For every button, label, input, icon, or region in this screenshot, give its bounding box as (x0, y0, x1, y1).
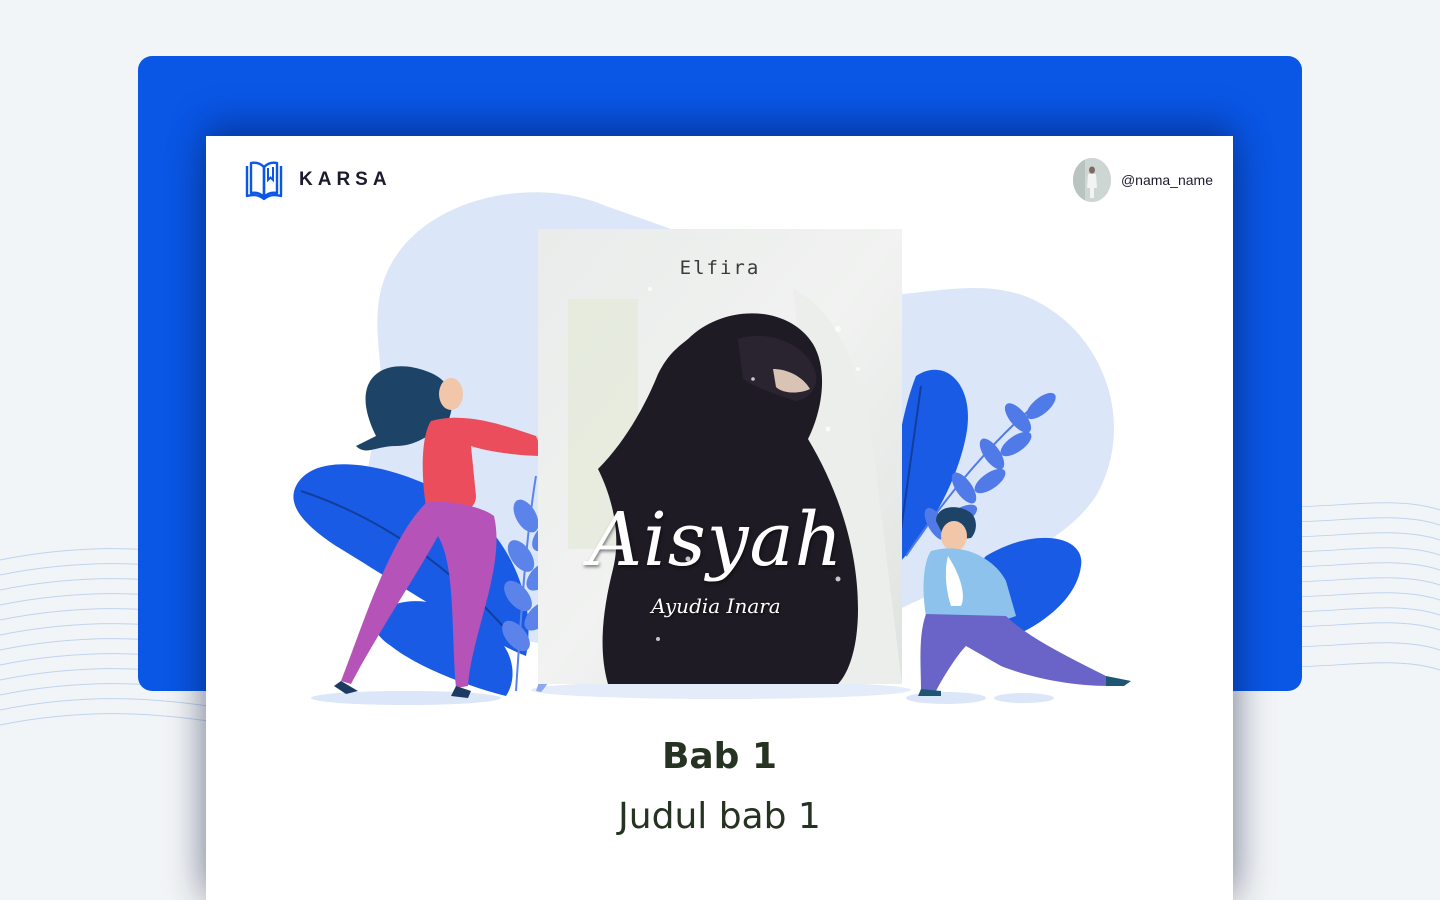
book-icon (245, 161, 283, 201)
cover-title: Aisyah (588, 497, 844, 583)
cover-subtitle: Ayudia Inara (651, 594, 781, 618)
chapter-title: Judul bab 1 (618, 796, 821, 837)
chapter-page: KARSA @nama_name Elfira Aisyah Ayudia In… (206, 136, 1233, 900)
user-menu[interactable]: @nama_name (1072, 158, 1213, 202)
brand-logo[interactable]: KARSA (244, 158, 392, 202)
avatar-image (1072, 158, 1111, 202)
cover-author: Elfira (679, 257, 761, 279)
chapter-number: Bab 1 (661, 736, 778, 777)
username: @nama_name (1120, 172, 1213, 188)
brand-name: KARSA (299, 169, 392, 190)
avatar[interactable] (1072, 158, 1111, 202)
book-cover[interactable]: Elfira Aisyah Ayudia Inara (538, 229, 902, 684)
